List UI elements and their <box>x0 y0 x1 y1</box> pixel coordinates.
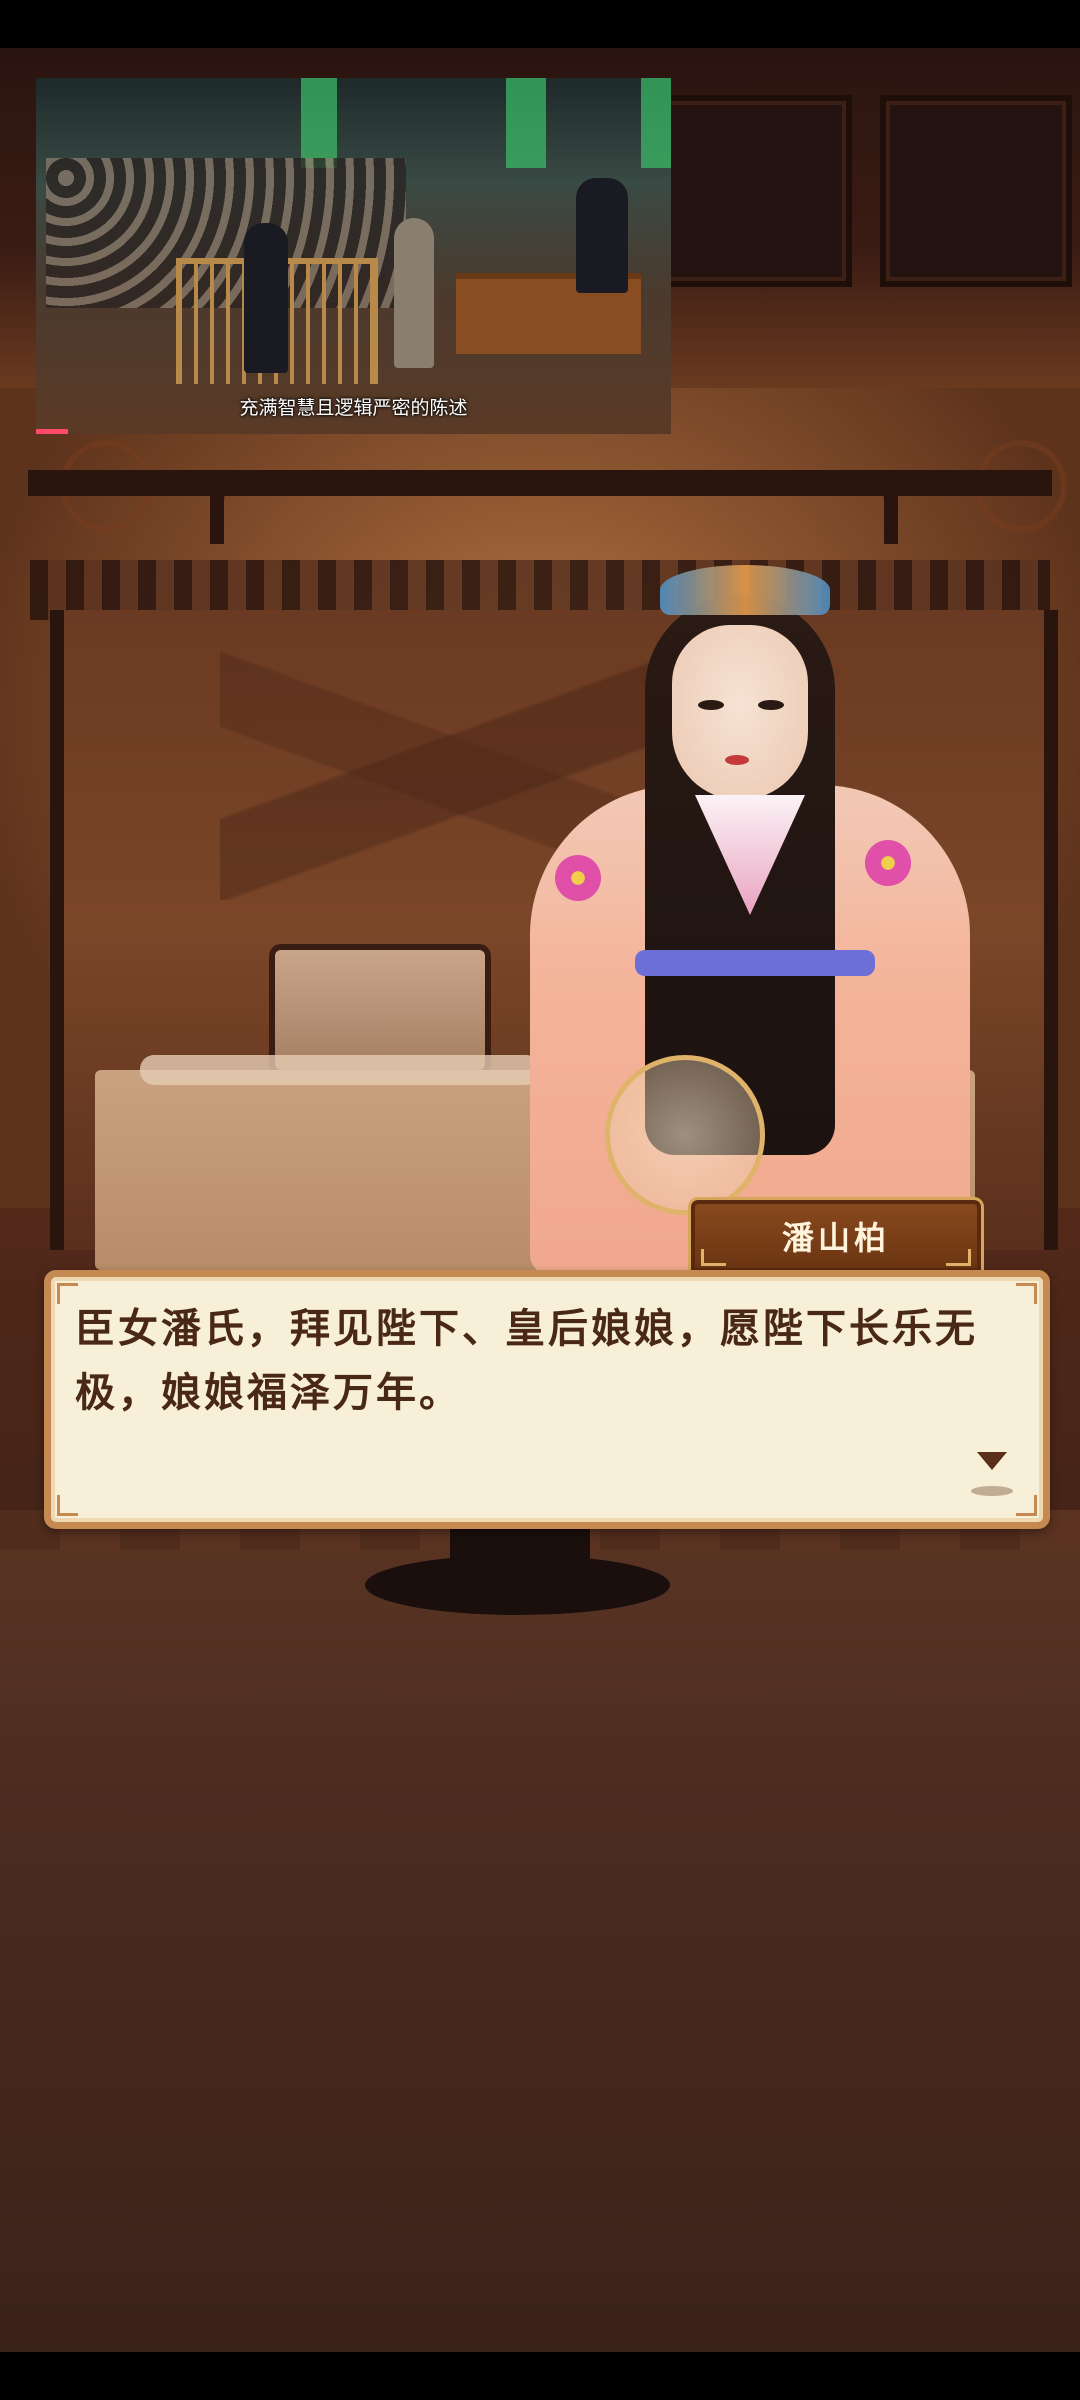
wall-panel-right <box>880 95 1072 287</box>
wall-panel-left <box>640 95 852 287</box>
video-window <box>641 78 671 168</box>
dialog-corner <box>1016 1495 1037 1516</box>
character-lips <box>725 755 749 765</box>
speaker-nameplate: 潘山柏 <box>688 1197 984 1275</box>
table-dishes <box>140 1055 540 1085</box>
video-person <box>576 178 628 293</box>
next-arrow-shadow <box>971 1486 1013 1496</box>
character-eye <box>758 700 784 710</box>
video-person <box>394 218 434 368</box>
character-sash <box>635 950 875 976</box>
dialogue-text: 臣女潘氏，拜见陛下、皇后娘娘，愿陛下长乐无极，娘娘福泽万年。 <box>75 1305 978 1416</box>
character-face <box>672 625 808 800</box>
triangle-down-icon[interactable] <box>977 1452 1007 1470</box>
dialogue-box[interactable]: 臣女潘氏，拜见陛下、皇后娘娘，愿陛下长乐无极，娘娘福泽万年。 <box>44 1270 1050 1529</box>
video-progress-bar <box>36 429 68 434</box>
flower-ornament <box>555 855 601 901</box>
stool <box>365 1555 670 1615</box>
throne-chair <box>275 950 485 1070</box>
character-eye <box>698 700 724 710</box>
flower-ornament <box>865 840 911 886</box>
navigation-bar <box>0 2352 1080 2400</box>
floor <box>0 1510 1080 2352</box>
status-bar <box>0 0 1080 48</box>
video-window <box>301 78 337 168</box>
character-portrait <box>520 555 980 1275</box>
plate-ornament <box>701 1249 726 1266</box>
dialog-corner <box>1016 1283 1037 1304</box>
hair-ornament <box>660 565 830 615</box>
plate-ornament <box>946 1249 971 1266</box>
video-person <box>244 223 288 373</box>
dialog-corner <box>57 1495 78 1516</box>
round-fan <box>605 1055 765 1215</box>
speaker-name: 潘山柏 <box>781 1219 890 1257</box>
video-subtitle: 充满智慧且逻辑严密的陈述 <box>239 397 468 419</box>
game-stage[interactable]: 充满智慧且逻辑严密的陈述 潘山柏 臣女潘氏，拜见陛下、皇后娘娘，愿陛下长乐无极，… <box>0 0 1080 2400</box>
pip-video-player[interactable]: 充满智慧且逻辑严密的陈述 <box>36 78 671 434</box>
video-window <box>506 78 546 168</box>
